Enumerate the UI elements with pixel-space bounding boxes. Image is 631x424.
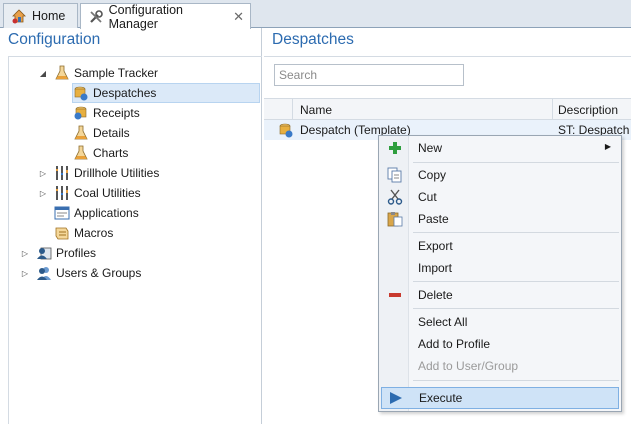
menu-item-label: Select All <box>418 315 468 329</box>
home-icon <box>10 7 28 25</box>
menu-item-add-to-profile[interactable]: Add to Profile <box>381 334 619 354</box>
tree-item-coal-utilities[interactable]: ▷ Coal Utilities <box>38 183 141 203</box>
plus-icon <box>387 140 403 156</box>
tree-item-details[interactable]: Details <box>73 123 130 143</box>
tree-item-sample-tracker[interactable]: ◢ Sample Tracker <box>38 63 158 83</box>
menu-item-label: Paste <box>418 212 449 226</box>
menu-item-label: Copy <box>418 168 447 182</box>
menu-item-label: Import <box>418 261 453 275</box>
menu-item-label: Execute <box>419 391 463 405</box>
tab-home-label: Home <box>32 9 66 23</box>
flask-icon <box>73 145 89 161</box>
applications-icon <box>54 205 70 221</box>
close-icon[interactable]: ✕ <box>233 9 244 25</box>
menu-item-paste[interactable]: Paste <box>381 209 619 229</box>
menu-item-label: Export <box>418 239 453 253</box>
flask-icon <box>73 125 89 141</box>
play-icon <box>388 390 404 406</box>
macros-icon <box>54 225 70 241</box>
tree-item-label: Details <box>93 126 130 140</box>
menu-item-label: New <box>418 141 443 155</box>
menu-separator <box>413 380 619 381</box>
tree-item-label: Drillhole Utilities <box>74 166 160 180</box>
minus-icon <box>387 287 403 303</box>
flask-icon <box>54 65 70 81</box>
menu-item-select-all[interactable]: Select All <box>381 312 619 332</box>
column-header-name[interactable]: Name <box>300 103 332 117</box>
configuration-title: Configuration <box>8 31 101 48</box>
context-menu: New ▶ Copy Cut Paste Export Import Delet… <box>378 135 622 412</box>
menu-item-execute[interactable]: Execute <box>381 387 619 409</box>
menu-item-label: Add to Profile <box>418 337 491 351</box>
receipt-icon <box>73 105 89 121</box>
scissors-icon <box>387 189 403 205</box>
expand-arrow-icon[interactable]: ▷ <box>38 168 48 178</box>
expand-arrow-icon[interactable]: ▷ <box>20 248 30 258</box>
paste-icon <box>387 211 403 227</box>
column-divider <box>292 99 293 120</box>
tree-item-label: Macros <box>74 226 114 240</box>
copy-icon <box>387 167 403 183</box>
despatch-icon <box>278 122 294 141</box>
users-icon <box>36 265 52 281</box>
menu-separator <box>413 308 619 309</box>
menu-item-delete[interactable]: Delete <box>381 285 619 305</box>
grid-header: Name Description <box>264 98 631 120</box>
tree-item-label: Charts <box>93 146 129 160</box>
tree-item-label: Profiles <box>56 246 97 260</box>
tab-home[interactable]: Home <box>3 3 78 28</box>
menu-separator <box>413 232 619 233</box>
drillhole-icon <box>54 185 70 201</box>
tree-item-label: Applications <box>74 206 139 220</box>
submenu-arrow-icon: ▶ <box>604 142 611 151</box>
tools-icon <box>87 8 105 26</box>
expand-arrow-icon[interactable]: ▷ <box>38 188 48 198</box>
tree-item-applications[interactable]: Applications <box>54 203 139 223</box>
tree-item-label: Despatches <box>93 86 157 100</box>
tab-strip: Home Configuration Manager ✕ <box>0 0 631 31</box>
menu-item-import[interactable]: Import <box>381 258 619 278</box>
expand-arrow-icon[interactable]: ▷ <box>20 268 30 278</box>
tree-item-label: Coal Utilities <box>74 186 141 200</box>
tree-item-drillhole-utilities[interactable]: ▷ Drillhole Utilities <box>38 163 159 183</box>
tree-item-label: Users & Groups <box>56 266 142 280</box>
tree-item-profiles[interactable]: ▷ Profiles <box>20 243 96 263</box>
tree-item-charts[interactable]: Charts <box>73 143 128 163</box>
tree-item-despatches[interactable]: Despatches <box>72 83 260 103</box>
tree-item-macros[interactable]: Macros <box>54 223 113 243</box>
tree-item-receipts[interactable]: Receipts <box>73 103 140 123</box>
tree-item-label: Receipts <box>93 106 140 120</box>
tab-configuration-manager-label: Configuration Manager <box>108 2 183 31</box>
menu-separator <box>413 281 619 282</box>
menu-item-copy[interactable]: Copy <box>381 165 619 185</box>
despatches-title: Despatches <box>272 31 354 48</box>
collapse-arrow-icon[interactable]: ◢ <box>38 68 48 78</box>
drillhole-icon <box>54 165 70 181</box>
tree-item-users-groups[interactable]: ▷ Users & Groups <box>20 263 141 283</box>
despatch-icon <box>73 85 89 101</box>
tab-configuration-manager[interactable]: Configuration Manager ✕ <box>80 2 251 31</box>
menu-item-add-to-user-group: Add to User/Group <box>381 356 619 376</box>
menu-item-new[interactable]: New ▶ <box>381 138 619 158</box>
menu-item-label: Delete <box>418 288 453 302</box>
search-input[interactable]: Search <box>274 64 464 86</box>
tree-item-label: Sample Tracker <box>74 66 159 80</box>
menu-item-label: Cut <box>418 190 437 204</box>
menu-separator <box>413 162 619 163</box>
column-divider <box>552 99 553 120</box>
menu-item-export[interactable]: Export <box>381 236 619 256</box>
profiles-icon <box>36 245 52 261</box>
column-header-description[interactable]: Description <box>558 103 618 117</box>
menu-item-cut[interactable]: Cut <box>381 187 619 207</box>
menu-item-label: Add to User/Group <box>418 359 519 373</box>
